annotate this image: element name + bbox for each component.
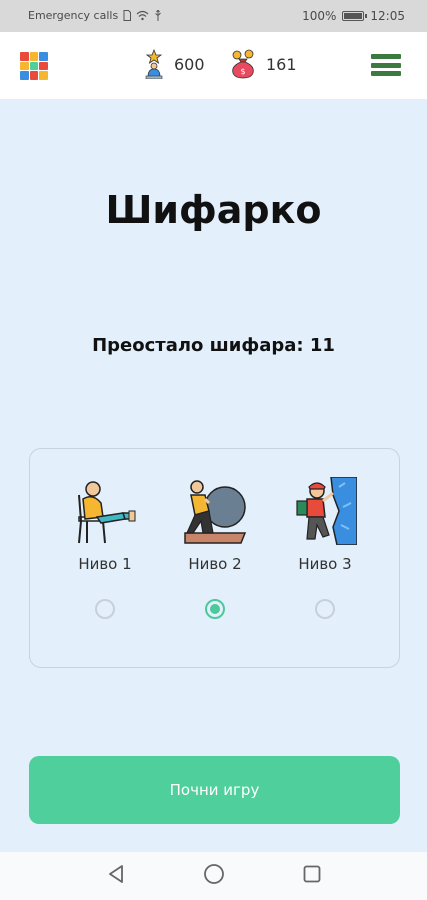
level-option-1[interactable]: Ниво 1: [55, 477, 155, 619]
home-circle-icon[interactable]: [203, 863, 225, 889]
status-left: Emergency calls: [28, 9, 162, 22]
back-triangle-icon[interactable]: [107, 864, 125, 888]
level-3-label: Ниво 3: [298, 555, 352, 573]
level-option-3[interactable]: Ниво 3: [275, 477, 375, 619]
stars-count: 600: [174, 54, 205, 74]
hamburger-menu-icon[interactable]: [371, 54, 401, 76]
stars-counter: 600: [142, 49, 205, 79]
status-time: 12:05: [370, 9, 405, 23]
level-3-radio[interactable]: [315, 599, 335, 619]
level-1-radio[interactable]: [95, 599, 115, 619]
level-selector-card: Ниво 1 Ниво 2 Ниво 3: [29, 448, 400, 668]
relaxed-person-chair-icon: [78, 481, 136, 544]
battery-icon: [342, 11, 368, 21]
status-right: 100% 12:05: [302, 9, 405, 23]
trophy-person-icon: [145, 49, 163, 79]
status-bar: Emergency calls 100% 12:05: [0, 0, 427, 32]
svg-text:$: $: [240, 67, 245, 76]
level-option-2[interactable]: Ниво 2: [165, 477, 265, 619]
level-1-label: Ниво 1: [78, 555, 132, 573]
carrier-text: Emergency calls: [28, 9, 119, 22]
wifi-icon: [136, 10, 149, 21]
level-2-label: Ниво 2: [188, 555, 242, 573]
color-grid-logo-icon[interactable]: [20, 52, 48, 80]
battery-percent: 100%: [302, 9, 337, 23]
recents-square-icon[interactable]: [303, 865, 321, 887]
start-game-button[interactable]: Почни игру: [29, 756, 400, 824]
sim-icon: [123, 10, 132, 21]
page-title: Шифарко: [105, 188, 322, 232]
rock-climber-icon: [296, 477, 357, 545]
level-2-radio[interactable]: [205, 599, 225, 619]
app-header: 600 $ 161: [0, 32, 427, 99]
person-pushing-boulder-icon: [184, 480, 247, 544]
money-bag-icon: $: [232, 49, 254, 79]
coins-count: 161: [266, 54, 297, 74]
usb-icon: [155, 10, 162, 21]
remaining-ciphers-label: Преостало шифара: 11: [92, 335, 335, 356]
coins-counter: $ 161: [228, 49, 297, 79]
system-nav-bar: [0, 852, 427, 900]
battery-fill: [344, 13, 363, 19]
